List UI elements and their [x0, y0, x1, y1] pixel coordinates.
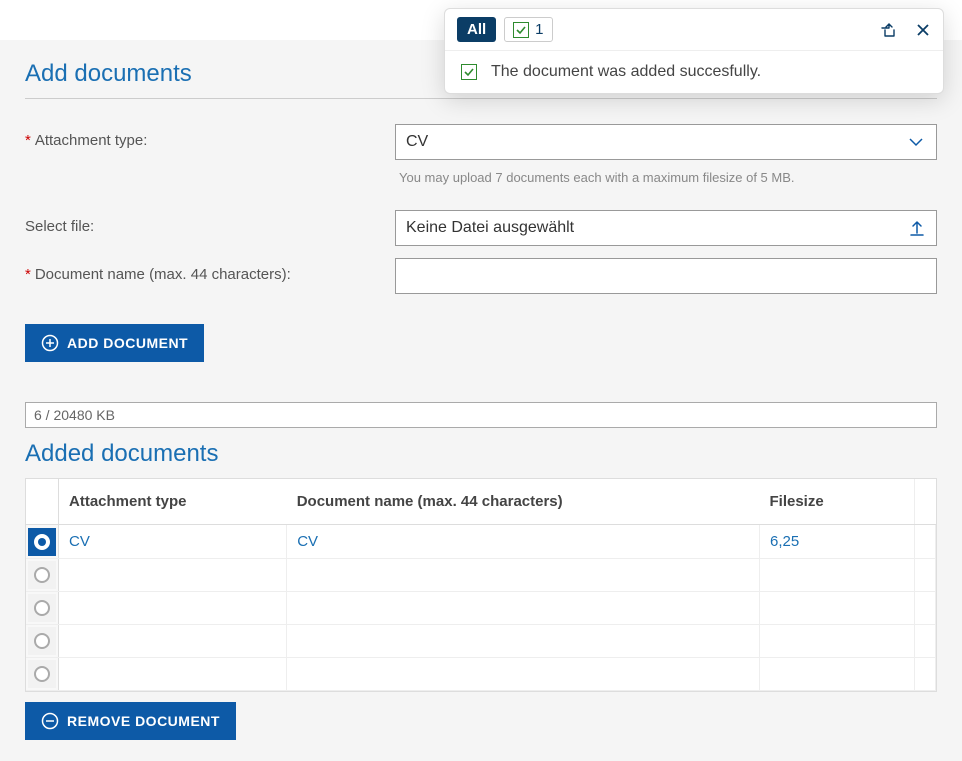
document-name-label: *Document name (max. 44 characters):: [25, 258, 395, 283]
document-name-input[interactable]: [395, 258, 937, 294]
col-filesize: Filesize: [760, 479, 915, 525]
share-icon[interactable]: [879, 21, 897, 39]
table-row[interactable]: [26, 625, 936, 658]
added-documents-title: Added documents: [25, 440, 937, 468]
cell-spacer: [915, 625, 936, 658]
add-document-button[interactable]: ADD DOCUMENT: [25, 324, 204, 362]
row-select-radio[interactable]: [26, 592, 59, 625]
attachment-type-value: CV: [406, 133, 428, 151]
cell-filesize: [760, 592, 915, 625]
select-file-label: Select file:: [25, 210, 395, 235]
cell-filesize: [760, 559, 915, 592]
col-spacer: [915, 479, 936, 525]
notification-popup: All 1 The document was added succesfully…: [444, 8, 944, 94]
cell-spacer: [915, 559, 936, 592]
documents-table: Attachment type Document name (max. 44 c…: [25, 478, 937, 692]
notification-message: The document was added succesfully.: [491, 63, 761, 81]
remove-document-button[interactable]: REMOVE DOCUMENT: [25, 702, 236, 740]
attachment-type-select[interactable]: CV: [395, 124, 937, 160]
cell-filesize: [760, 625, 915, 658]
plus-circle-icon: [41, 334, 59, 352]
cell-spacer: [915, 658, 936, 691]
cell-attachment-type: CV: [59, 525, 287, 559]
col-document-name: Document name (max. 44 characters): [287, 479, 760, 525]
row-select-radio[interactable]: [26, 658, 59, 691]
chevron-down-icon: [908, 134, 924, 150]
col-attachment-type: Attachment type: [59, 479, 287, 525]
cell-spacer: [915, 525, 936, 559]
cell-document-name: [287, 658, 760, 691]
select-file-value: Keine Datei ausgewählt: [406, 219, 574, 237]
cell-document-name: [287, 559, 760, 592]
minus-circle-icon: [41, 712, 59, 730]
check-icon: [513, 22, 529, 38]
cell-document-name: [287, 592, 760, 625]
table-row[interactable]: [26, 592, 936, 625]
table-row[interactable]: CVCV6,25: [26, 525, 936, 559]
add-document-label: ADD DOCUMENT: [67, 335, 188, 351]
notification-filter-all[interactable]: All: [457, 17, 496, 42]
col-select: [26, 479, 59, 525]
table-row[interactable]: [26, 559, 936, 592]
divider: [25, 98, 937, 99]
attachment-type-label: *Attachment type:: [25, 124, 395, 149]
upload-hint: You may upload 7 documents each with a m…: [395, 170, 937, 185]
check-icon: [461, 64, 477, 80]
row-select-radio[interactable]: [26, 559, 59, 592]
cell-document-name: CV: [287, 525, 760, 559]
cell-attachment-type: [59, 559, 287, 592]
cell-spacer: [915, 592, 936, 625]
cell-attachment-type: [59, 625, 287, 658]
cell-filesize: 6,25: [760, 525, 915, 559]
table-row[interactable]: [26, 658, 936, 691]
row-select-radio[interactable]: [26, 625, 59, 658]
cell-document-name: [287, 625, 760, 658]
cell-attachment-type: [59, 592, 287, 625]
notification-filter-success[interactable]: 1: [504, 17, 552, 42]
cell-attachment-type: [59, 658, 287, 691]
close-icon[interactable]: [915, 22, 931, 38]
select-file-input[interactable]: Keine Datei ausgewählt: [395, 210, 937, 246]
notification-count: 1: [535, 21, 543, 38]
upload-icon: [908, 219, 926, 237]
cell-filesize: [760, 658, 915, 691]
remove-document-label: REMOVE DOCUMENT: [67, 713, 220, 729]
quota-bar: 6 / 20480 KB: [25, 402, 937, 428]
row-select-radio[interactable]: [26, 525, 59, 559]
